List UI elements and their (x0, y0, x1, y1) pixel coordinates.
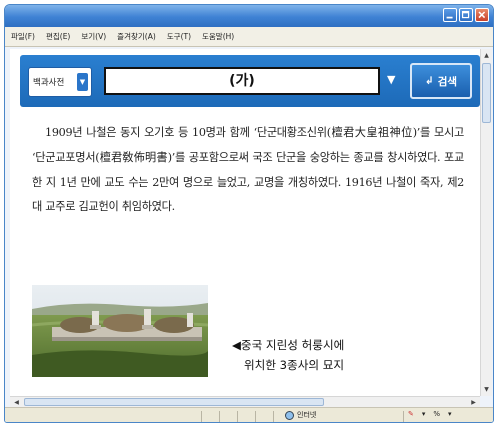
menu-bar: 파일(F) 편집(E) 보기(V) 즐겨찾기(A) 도구(T) 도움말(H) (5, 27, 493, 47)
browser-window: 파일(F) 편집(E) 보기(V) 즐겨찾기(A) 도구(T) 도움말(H) 백… (4, 4, 494, 423)
menu-file[interactable]: 파일(F) (11, 31, 35, 42)
search-bar: 백과사전 ▼ (가) ▼ ↲ 검색 (20, 55, 480, 107)
status-divider (255, 411, 256, 422)
scroll-left-icon[interactable]: ◀ (11, 397, 22, 407)
status-bar: 인터넷 ✎ ▾ % ▾ (5, 407, 493, 422)
minimize-button[interactable] (443, 8, 457, 22)
close-button[interactable] (475, 8, 489, 22)
status-divider (201, 411, 202, 422)
menu-view[interactable]: 보기(V) (81, 31, 106, 42)
tomb-photo (32, 285, 208, 377)
search-button[interactable]: ↲ 검색 (410, 63, 472, 99)
chevron-down-icon[interactable]: ▾ (422, 410, 426, 418)
title-bar (5, 5, 493, 27)
protected-mode-icon: ✎ (408, 410, 414, 418)
search-button-label: 검색 (437, 75, 458, 88)
status-divider (273, 411, 274, 422)
status-divider (403, 411, 404, 422)
menu-favorites[interactable]: 즐겨찾기(A) (117, 31, 156, 42)
minimize-icon (446, 16, 453, 19)
menu-edit[interactable]: 편집(E) (46, 31, 70, 42)
horizontal-scrollbar[interactable]: ◀ ▶ (10, 396, 480, 407)
scroll-right-icon[interactable]: ▶ (468, 397, 479, 407)
page-content: 백과사전 ▼ (가) ▼ ↲ 검색 1909년 나철은 동지 오기호 등 10명… (10, 49, 480, 396)
caption-line-1: ◀중국 지린성 허룽시에 (232, 338, 345, 352)
category-label: 백과사전 (33, 78, 65, 88)
status-divider (237, 411, 238, 422)
scroll-up-icon[interactable]: ▲ (481, 50, 492, 61)
window-controls (443, 8, 489, 22)
caption-line-2: 위치한 3종사의 묘지 (244, 358, 345, 372)
globe-icon (285, 410, 294, 420)
vertical-scroll-thumb[interactable] (482, 63, 491, 123)
photo-caption: ◀중국 지린성 허룽시에 위치한 3종사의 묘지 (232, 335, 344, 375)
menu-tools[interactable]: 도구(T) (167, 31, 191, 42)
category-select[interactable]: 백과사전 ▼ (28, 67, 92, 97)
maximize-icon (461, 10, 470, 19)
dropdown-arrow-icon[interactable]: ▼ (387, 73, 395, 86)
zoom-label: % (433, 410, 441, 418)
zone-label: 인터넷 (297, 411, 317, 419)
maximize-button[interactable] (459, 8, 473, 22)
chevron-down-icon[interactable]: ▾ (448, 410, 452, 418)
horizontal-scroll-thumb[interactable] (24, 398, 324, 406)
search-input[interactable]: (가) (104, 67, 380, 95)
scroll-down-icon[interactable]: ▼ (481, 384, 492, 395)
enter-icon: ↲ (424, 75, 434, 87)
vertical-scrollbar[interactable]: ▲ ▼ (480, 49, 492, 396)
close-icon (478, 11, 486, 19)
article-paragraph: 1909년 나철은 동지 오기호 등 10명과 함께 ‘단군대황조신위(檀君大皇… (32, 126, 464, 214)
status-divider (219, 411, 220, 422)
security-zone: 인터넷 (285, 410, 316, 420)
menu-help[interactable]: 도움말(H) (202, 31, 234, 42)
tomb-image (32, 285, 208, 377)
chevron-down-icon: ▼ (77, 73, 88, 91)
article-body: 1909년 나철은 동지 오기호 등 10명과 함께 ‘단군대황조신위(檀君大皇… (32, 121, 464, 220)
zoom-control[interactable]: ✎ ▾ % ▾ (408, 410, 452, 418)
